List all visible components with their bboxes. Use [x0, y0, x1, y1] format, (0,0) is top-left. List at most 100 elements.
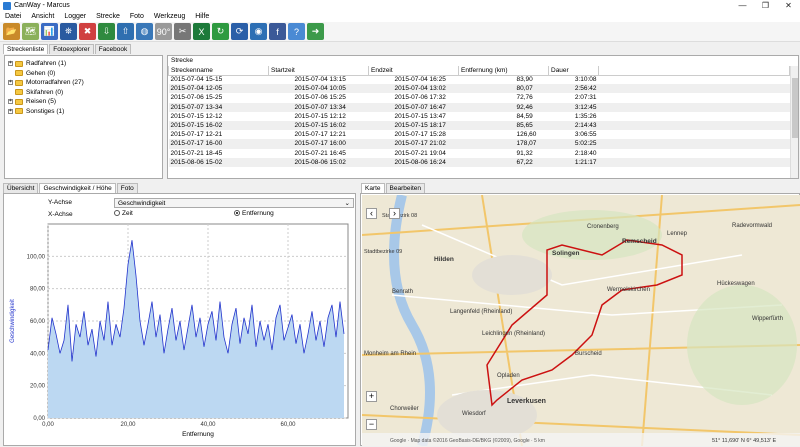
col-startzeit[interactable]: Startzeit: [268, 66, 369, 76]
table-cell: 2015-07-04 12-05: [168, 84, 269, 94]
track-list-scrollbar[interactable]: [790, 66, 798, 178]
x-tick-label: 40,00: [200, 422, 216, 428]
table-cell: 2015-07-15 16:02: [268, 120, 369, 131]
close-button[interactable]: ✕: [777, 0, 800, 11]
expand-icon[interactable]: +: [8, 80, 13, 86]
table-cell-filler: [598, 139, 790, 149]
pan-left-button[interactable]: ‹: [366, 208, 377, 219]
tree-item-gehen[interactable]: Gehen (0): [8, 69, 159, 79]
open-icon[interactable]: 📂: [3, 23, 20, 40]
tree-item-motorradfahren[interactable]: + Motorradfahren (27): [8, 78, 159, 88]
pan-right-button[interactable]: ›: [389, 208, 400, 219]
tab-foto[interactable]: Foto: [116, 183, 138, 193]
col-endzeit[interactable]: Endzeit: [368, 66, 459, 76]
tools-icon[interactable]: ✂: [174, 23, 191, 40]
table-row[interactable]: 2015-07-04 12-05 2015-07-04 10:05 2015-07-…: [168, 84, 790, 94]
gps-icon[interactable]: ⛯: [60, 23, 77, 40]
scrollbar-thumb[interactable]: [792, 78, 798, 138]
rotate-90-icon[interactable]: 90°: [155, 23, 172, 40]
menu-strecke[interactable]: Strecke: [91, 13, 125, 20]
table-row[interactable]: 2015-07-15 16-02 2015-07-15 16:02 2015-07-…: [168, 120, 790, 131]
table-row[interactable]: 2015-07-06 15-25 2015-07-06 15:25 2015-07-…: [169, 93, 790, 102]
map-label-stadtbezirke-09: Stadtbezirke 09: [364, 249, 402, 255]
tree-item-radfahren[interactable]: + Radfahren (1): [8, 59, 159, 69]
y-axis-select[interactable]: Geschwindigkeit ⌄: [114, 198, 354, 208]
table-cell: 92,46: [458, 102, 549, 112]
delete-track-icon[interactable]: ✖: [79, 23, 96, 40]
expand-icon[interactable]: +: [8, 108, 13, 114]
expand-icon[interactable]: +: [8, 99, 13, 105]
tab-streckenliste[interactable]: Streckenliste: [3, 44, 49, 54]
tab-karte[interactable]: Karte: [361, 183, 385, 193]
y-tick-label: 60,00: [30, 319, 46, 325]
table-cell: 2015-08-06 16:24: [368, 157, 459, 167]
excel-icon[interactable]: X: [193, 23, 210, 40]
table-cell: 2015-07-04 13:15: [294, 76, 346, 84]
table-cell: 2:07:31: [574, 94, 597, 102]
sync-icon[interactable]: ⟳: [231, 23, 248, 40]
menu-foto[interactable]: Foto: [125, 13, 149, 20]
map-icon[interactable]: 🗺: [22, 23, 39, 40]
table-row[interactable]: 2015-07-17 16-00 2015-07-17 16:00 2015-07-…: [168, 139, 790, 149]
col-entfernung[interactable]: Entfernung (km): [458, 66, 549, 76]
earth-icon[interactable]: ◉: [250, 23, 267, 40]
expand-icon[interactable]: +: [8, 61, 13, 67]
tab-uebersicht[interactable]: Übersicht: [3, 183, 39, 193]
tab-bearbeiten[interactable]: Bearbeiten: [385, 183, 425, 193]
table-cell: 1:35:26: [574, 112, 597, 120]
tab-fotoexplorer[interactable]: Fotoexplorer: [49, 44, 94, 54]
folder-icon: [15, 70, 23, 77]
menu-datei[interactable]: Datei: [0, 13, 26, 20]
y-tick-label: 80,00: [30, 287, 46, 293]
map-label-leverkusen: Leverkusen: [507, 398, 546, 405]
radio-zeit-label: Zeit: [122, 210, 133, 217]
minimize-button[interactable]: —: [731, 0, 754, 11]
menu-werkzeug[interactable]: Werkzeug: [149, 13, 190, 20]
menu-logger[interactable]: Logger: [59, 13, 91, 20]
table-cell: 72,76: [516, 94, 533, 102]
tree-item-skifahren[interactable]: Skifahren (0): [8, 88, 159, 98]
table-cell: 91,32: [516, 149, 533, 157]
radio-zeit[interactable]: Zeit: [114, 210, 133, 217]
table-row[interactable]: 2015-07-04 15-15 2015-07-04 13:15 2015-07-…: [169, 75, 790, 84]
facebook-icon[interactable]: f: [269, 23, 286, 40]
zoom-in-button[interactable]: +: [366, 391, 377, 402]
menu-ansicht[interactable]: Ansicht: [26, 13, 59, 20]
table-row[interactable]: 2015-08-06 15-02 2015-08-06 15:02 2015-08-…: [168, 157, 790, 167]
y-axis-title: Geschwindigkeit: [10, 299, 16, 343]
maximize-button[interactable]: ❐: [754, 0, 777, 11]
table-row[interactable]: 2015-07-15 12-12 2015-07-15 12:12 2015-07-…: [169, 112, 790, 121]
zoom-out-button[interactable]: −: [366, 419, 377, 430]
tree-item-sonstiges[interactable]: + Sonstiges (1): [8, 107, 159, 117]
table-row[interactable]: 2015-07-21 18-45 2015-07-21 16:45 2015-07-…: [169, 149, 790, 158]
col-streckenname[interactable]: Streckenname: [168, 66, 269, 76]
x-axis-label: X-Achse: [48, 211, 73, 218]
export-icon[interactable]: ⇧: [117, 23, 134, 40]
table-row[interactable]: 2015-07-07 13-34 2015-07-07 13:34 2015-07-…: [168, 102, 790, 112]
map-label-solingen: Solingen: [552, 250, 579, 257]
import-icon[interactable]: ⇩: [98, 23, 115, 40]
map-view[interactable]: Cronenberg Remscheid Lennep Solingen Hil…: [362, 195, 800, 446]
tree-item-reisen[interactable]: + Reisen (5): [8, 97, 159, 107]
tab-geschwindigkeit-hoehe[interactable]: Geschwindigkeit / Höhe: [39, 183, 116, 193]
radio-entfernung[interactable]: Entfernung: [234, 210, 274, 217]
tab-facebook[interactable]: Facebook: [94, 44, 132, 54]
x-tick-label: 60,00: [280, 422, 296, 428]
speed-chart: 0,0020,0040,0060,0080,00100,000,00 20,00 4…: [10, 223, 349, 438]
map-label-wermelskirchen: Wermelskirchen: [607, 287, 650, 293]
x-tick-label: 0,00: [42, 422, 54, 428]
col-dauer[interactable]: Dauer: [548, 66, 599, 76]
map-label-radevormwald: Radevormwald: [732, 223, 772, 229]
table-cell: 83,90: [516, 76, 533, 84]
table-cell-filler: [599, 112, 790, 121]
table-cell: 3:10:08: [574, 76, 597, 84]
tree-item-label: Sonstiges (1): [26, 107, 65, 115]
chart-icon[interactable]: 📊: [41, 23, 58, 40]
exit-icon[interactable]: ➜: [307, 23, 324, 40]
refresh-icon[interactable]: ↻: [212, 23, 229, 40]
menu-hilfe[interactable]: Hilfe: [190, 13, 214, 20]
table-cell: 2015-07-17 12:21: [294, 131, 346, 139]
globe-icon[interactable]: ◍: [136, 23, 153, 40]
help-icon[interactable]: ?: [288, 23, 305, 40]
table-row[interactable]: 2015-07-17 12-21 2015-07-17 12:21 2015-07-…: [169, 130, 790, 139]
